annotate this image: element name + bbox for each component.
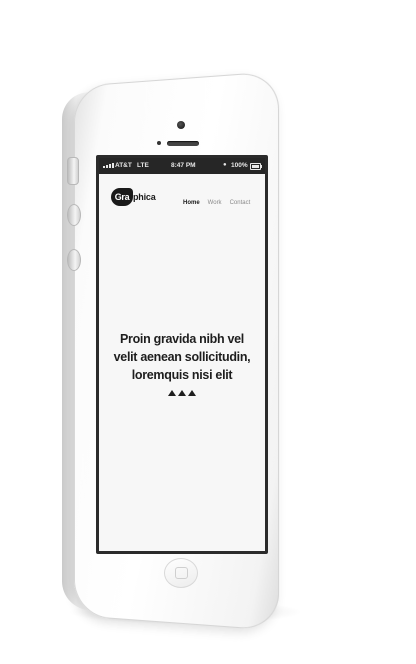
- battery-icon: [250, 163, 261, 170]
- proximity-sensor: [157, 141, 161, 145]
- hero-section: Proin gravida nibh vel velit aenean soll…: [99, 330, 265, 396]
- front-camera-icon: [177, 121, 185, 129]
- site-header: Gra phica Home Work Contact: [99, 174, 265, 224]
- logo-badge: Gra: [111, 188, 133, 206]
- triangle-icon: [188, 390, 196, 396]
- status-bar: AT&T LTE 8:47 PM ● 100%: [99, 158, 265, 174]
- hero-line-3: loremquis nisi elit: [131, 368, 233, 382]
- earpiece-speaker: [167, 141, 199, 146]
- phone-screen: AT&T LTE 8:47 PM ● 100% Gra phica Home W…: [96, 155, 268, 554]
- triangle-icon: [168, 390, 176, 396]
- signal-bars-icon: [103, 163, 114, 168]
- nav-item-contact[interactable]: Contact: [230, 200, 251, 206]
- logo-text: phica: [133, 192, 156, 202]
- mute-switch[interactable]: [67, 157, 79, 185]
- site-logo[interactable]: Gra phica: [111, 188, 156, 206]
- battery-tip: [261, 165, 262, 168]
- phone-device: AT&T LTE 8:47 PM ● 100% Gra phica Home W…: [0, 0, 416, 664]
- battery-percent: 100%: [231, 162, 248, 169]
- volume-down-button[interactable]: [67, 249, 81, 271]
- home-button[interactable]: [164, 558, 198, 588]
- home-square-icon: [175, 567, 188, 579]
- hero-line-1: Proin gravida nibh vel: [120, 332, 244, 346]
- nav-item-home[interactable]: Home: [183, 200, 200, 206]
- scroll-arrows-icon[interactable]: [99, 390, 265, 396]
- phone-mockup-stage: AT&T LTE 8:47 PM ● 100% Gra phica Home W…: [0, 0, 416, 664]
- hero-line-2: velit aenean sollicitudin,: [113, 350, 251, 364]
- network-label: LTE: [137, 162, 149, 169]
- main-nav: Home Work Contact: [183, 200, 250, 206]
- volume-up-button[interactable]: [67, 204, 81, 226]
- status-time: 8:47 PM: [171, 162, 196, 169]
- triangle-icon: [178, 390, 186, 396]
- nav-item-work[interactable]: Work: [208, 200, 222, 206]
- lock-icon: ●: [223, 162, 227, 168]
- carrier-label: AT&T: [115, 162, 132, 169]
